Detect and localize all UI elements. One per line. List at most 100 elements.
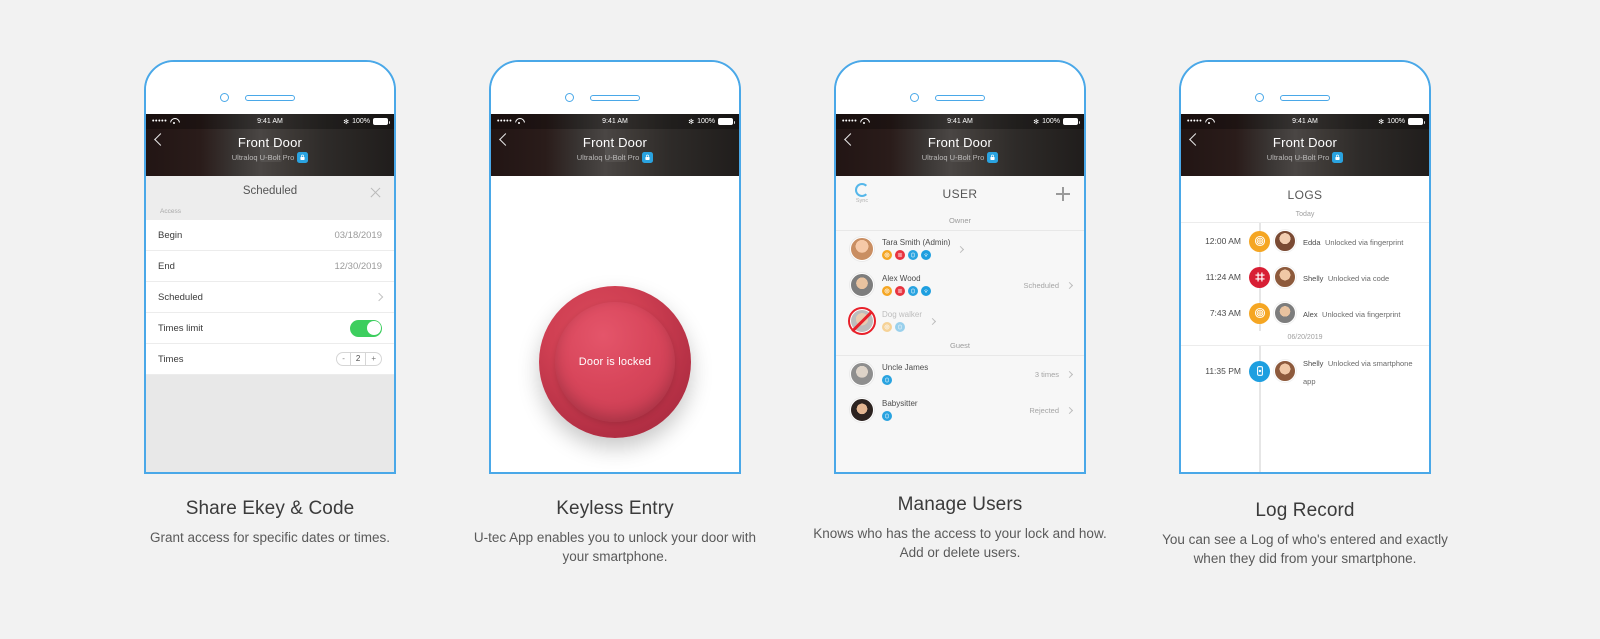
scheduled-sheet: Scheduled Access Begin 03/18/2019 End 12… [146, 176, 394, 472]
caption-body: Grant access for specific dates or times… [149, 530, 391, 545]
section-label-access: Access [160, 208, 181, 215]
device-model-label: Ultraloq U-Bolt Pro [1266, 153, 1330, 162]
close-icon[interactable] [369, 186, 382, 199]
page-title: Front Door [582, 135, 648, 150]
feature-showcase: ••••• 9:41 AM ✻ 100% Front Door Ultraloq… [0, 0, 1600, 639]
logs-title: LOGS [1287, 188, 1323, 202]
page-title: Front Door [927, 135, 993, 150]
lock-badge-icon [987, 152, 999, 163]
lock-button-label: Door is locked [555, 302, 675, 422]
battery-icon [1063, 118, 1080, 125]
row-end[interactable]: End 12/30/2019 [146, 251, 394, 282]
caption-4: Log Record You can see a Log of who's en… [1145, 500, 1465, 568]
log-row[interactable]: 11:24 AM Shelly Unlocked via code [1181, 259, 1429, 295]
access-badges [882, 375, 928, 385]
log-date-today: Today [1181, 208, 1429, 223]
row-begin[interactable]: Begin 03/18/2019 [146, 220, 394, 251]
status-bar: ••••• 9:41 AM ✻ 100% [146, 114, 394, 129]
user-row-tara-smith[interactable]: Tara Smith (Admin) [836, 231, 1084, 267]
feature-panel-log-record: ••••• 9:41 AM ✻ 100% Front Door Ultraloq… [1145, 0, 1465, 639]
sync-button[interactable]: Sync [850, 183, 874, 204]
avatar [1274, 230, 1296, 252]
row-times-limit[interactable]: Times limit [146, 313, 394, 344]
keypad-icon [895, 250, 905, 260]
user-status: 3 times [1034, 369, 1059, 379]
user-name: Dog walker [882, 310, 923, 319]
device-model-label: Ultraloq U-Bolt Pro [921, 153, 985, 162]
log-description: Unlocked via fingerprint [1324, 238, 1404, 247]
status-bar: ••••• 9:41 AM ✻ 100% [836, 114, 1084, 129]
log-user-name: Edda [1303, 238, 1321, 247]
caption-2: Keyless Entry U-tec App enables you to u… [455, 498, 775, 566]
caption-body: You can see a Log of who's entered and e… [1162, 532, 1448, 567]
sheet-empty-area [146, 375, 394, 472]
status-bar: ••••• 9:41 AM ✻ 100% [491, 114, 739, 129]
log-row[interactable]: 11:35 PM Shelly Unlocked via smartphone … [1181, 346, 1429, 396]
user-name: Alex Wood [882, 274, 921, 283]
feature-panel-share-ekey: ••••• 9:41 AM ✻ 100% Front Door Ultraloq… [110, 0, 430, 639]
caption-title: Keyless Entry [556, 498, 674, 519]
log-time: 12:00 AM [1205, 236, 1241, 246]
caption-title: Share Ekey & Code [185, 498, 355, 519]
plus-icon[interactable] [1056, 187, 1070, 201]
group-label-guest: Guest [836, 339, 1084, 356]
row-scheduled[interactable]: Scheduled [146, 282, 394, 313]
earpiece-speaker-icon [1280, 95, 1330, 101]
status-time: 9:41 AM [947, 118, 973, 125]
lock-screen: Door is locked [491, 176, 739, 472]
lock-toggle-button[interactable]: Door is locked [539, 286, 691, 438]
row-label: End [158, 260, 175, 272]
log-time: 7:43 AM [1209, 308, 1241, 318]
row-label: Times [158, 353, 184, 365]
row-label: Scheduled [158, 291, 203, 303]
times-stepper[interactable]: - 2 + [336, 352, 382, 366]
phone-top-bezel [491, 62, 739, 114]
earpiece-speaker-icon [590, 95, 640, 101]
phone-top-bezel [1181, 62, 1429, 114]
wifi-icon [921, 286, 931, 296]
user-row-alex-wood[interactable]: Alex Wood Scheduled [836, 267, 1084, 303]
row-label: Times limit [158, 322, 204, 334]
status-time: 9:41 AM [257, 118, 283, 125]
earpiece-speaker-icon [935, 95, 985, 101]
chevron-right-icon [1065, 281, 1074, 289]
avatar [850, 398, 874, 422]
user-row-dog-walker[interactable]: Dog walker [836, 303, 1084, 339]
log-user-name: Shelly [1303, 359, 1324, 368]
smartphone-icon [882, 411, 892, 421]
users-toolbar: Sync USER [836, 176, 1084, 214]
phone-mockup-3: ••••• 9:41 AM ✻ 100% Front Door Ultraloq… [834, 60, 1086, 474]
lock-badge-icon [297, 152, 309, 163]
stepper-minus-button[interactable]: - [337, 353, 350, 365]
user-row-babysitter[interactable]: Babysitter Rejected [836, 392, 1084, 428]
access-badges [882, 286, 931, 296]
phone-mockup-4: ••••• 9:41 AM ✻ 100% Front Door Ultraloq… [1179, 60, 1431, 474]
row-times[interactable]: Times - 2 + [146, 344, 394, 375]
user-row-uncle-james[interactable]: Uncle James 3 times [836, 356, 1084, 392]
smartphone-icon [895, 322, 905, 332]
battery-icon [1408, 118, 1425, 125]
wifi-icon [921, 250, 931, 260]
device-model-label: Ultraloq U-Bolt Pro [576, 153, 640, 162]
log-row[interactable]: 12:00 AM Edda Unlocked via fingerprint [1181, 223, 1429, 259]
fingerprint-icon [882, 250, 892, 260]
users-screen: Sync USER Owner Tara Smith (Admin) Alex … [836, 176, 1084, 472]
stepper-plus-button[interactable]: + [366, 353, 381, 365]
row-value: 12/30/2019 [334, 260, 382, 272]
device-model-label: Ultraloq U-Bolt Pro [231, 153, 295, 162]
log-user-name: Alex [1303, 310, 1318, 319]
row-label: Begin [158, 229, 183, 241]
phone-top-bezel [836, 62, 1084, 114]
caption-title: Manage Users [897, 494, 1023, 515]
chevron-right-icon [957, 245, 965, 253]
user-name: Babysitter [882, 399, 918, 408]
avatar [850, 273, 874, 297]
avatar [850, 362, 874, 386]
battery-icon [373, 118, 390, 125]
chevron-right-icon [1065, 370, 1074, 378]
times-limit-toggle[interactable] [350, 319, 382, 337]
user-status: Rejected [1029, 405, 1059, 415]
log-row[interactable]: 7:43 AM Alex Unlocked via fingerprint [1181, 295, 1429, 331]
avatar [1274, 302, 1296, 324]
logs-screen: LOGS Today 12:00 AM Edda Unlocked via fi… [1181, 176, 1429, 472]
